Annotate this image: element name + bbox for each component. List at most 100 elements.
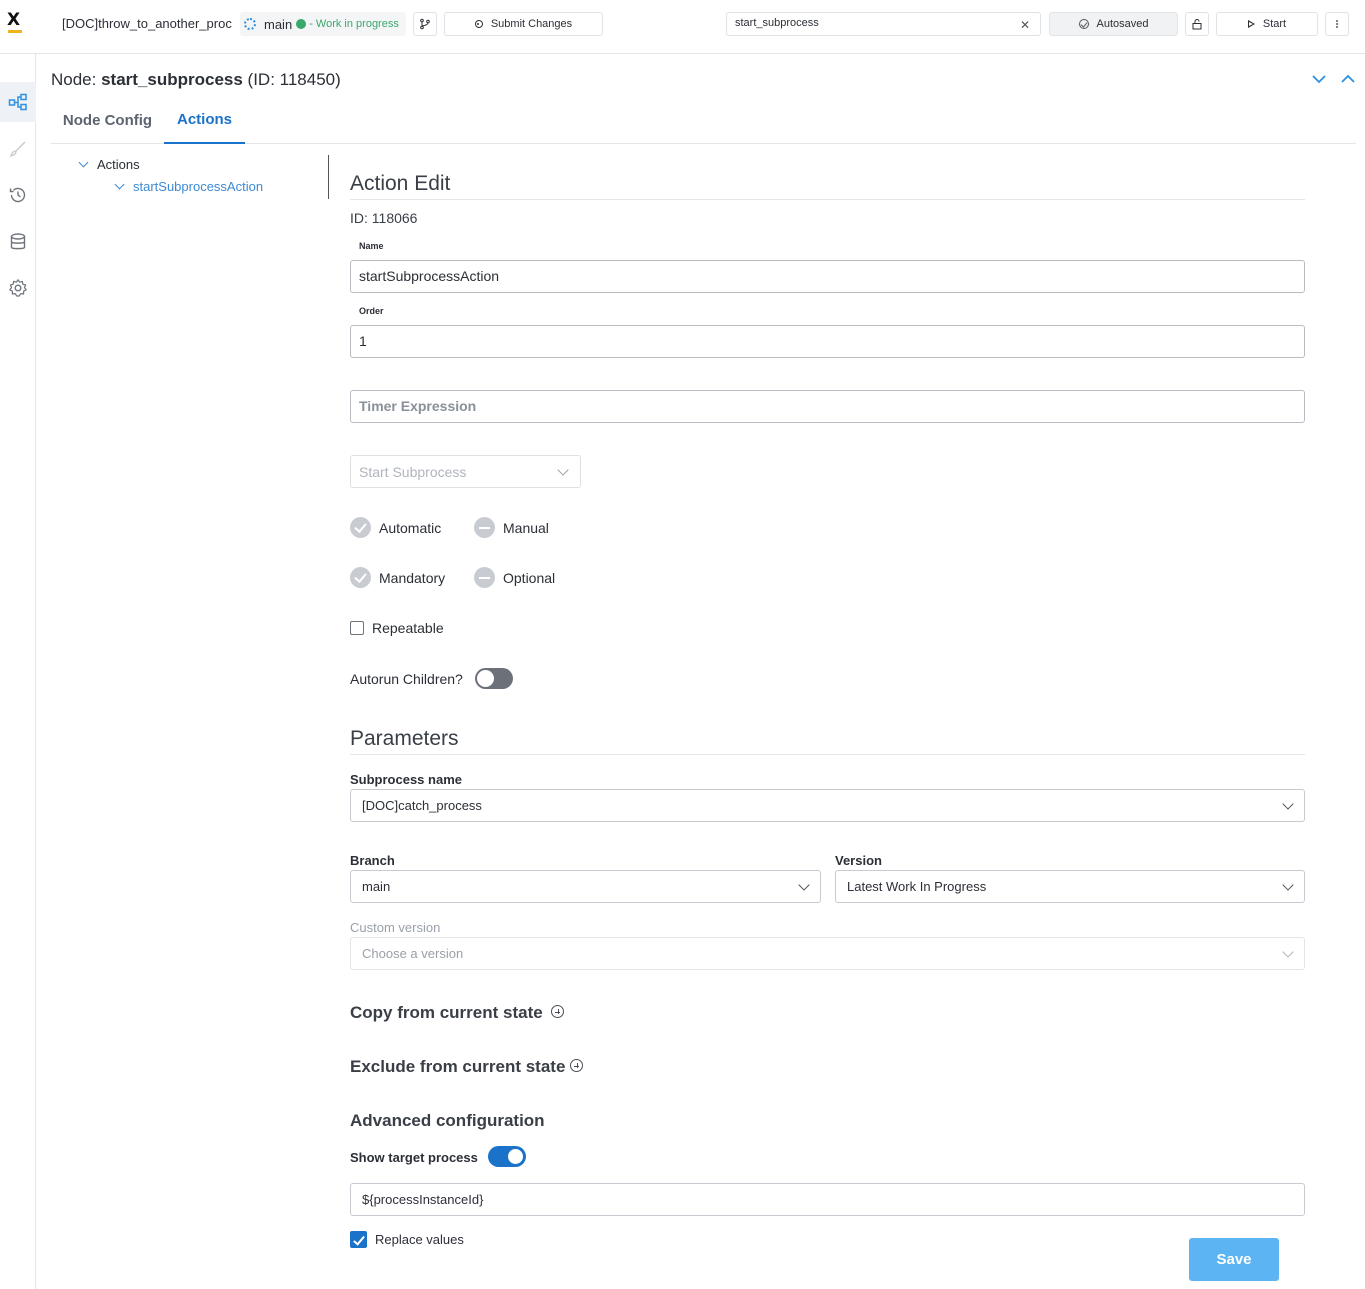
add-circle-icon[interactable]	[551, 1005, 564, 1018]
submit-changes-button[interactable]: Submit Changes	[444, 12, 603, 36]
save-button[interactable]: Save	[1189, 1238, 1279, 1281]
chevron-down-icon	[1282, 879, 1294, 891]
minus-circle-icon[interactable]	[474, 517, 495, 538]
search-input[interactable]	[735, 17, 1005, 29]
tree-divider	[328, 155, 329, 199]
autorun-children-toggle[interactable]	[475, 668, 513, 689]
timer-expression-field[interactable]	[350, 390, 1305, 423]
node-title: Node: start_subprocess (ID: 118450)	[51, 70, 341, 90]
replace-values-label: Replace values	[375, 1232, 464, 1247]
branch-status: - Work in progress	[309, 18, 399, 30]
subprocess-name-label: Subprocess name	[350, 772, 462, 787]
check-circle-icon[interactable]	[350, 567, 371, 588]
checkbox[interactable]	[350, 621, 364, 635]
chevron-down-icon[interactable]	[1311, 72, 1327, 86]
rail-settings[interactable]	[0, 268, 36, 308]
order-input[interactable]	[359, 333, 1289, 349]
divider	[350, 199, 1305, 200]
chevron-up-icon[interactable]	[1340, 72, 1356, 86]
name-input[interactable]	[359, 268, 1289, 284]
order-field[interactable]	[350, 325, 1305, 358]
caret-down-icon[interactable]	[114, 179, 125, 190]
start-label: Start	[1262, 18, 1287, 30]
custom-version-select: Choose a version	[350, 937, 1305, 970]
branch-value: main	[362, 879, 391, 894]
chevron-down-icon	[1282, 798, 1294, 810]
show-target-process-label: Show target process	[350, 1150, 478, 1165]
mandatory-label: Mandatory	[379, 569, 446, 586]
chevron-down-icon	[557, 464, 569, 476]
mandatory-option[interactable]: Mandatory	[350, 567, 445, 588]
status-ok-icon	[296, 19, 307, 29]
branch-select[interactable]: main	[350, 870, 821, 903]
subprocess-name-select[interactable]: [DOC]catch_process	[350, 789, 1305, 822]
tree-item-start-subprocess-action[interactable]: startSubprocessAction	[114, 179, 264, 194]
name-field[interactable]	[350, 260, 1305, 293]
rail-process-designer[interactable]	[0, 82, 36, 122]
tree-item-label: startSubprocessAction	[133, 179, 264, 194]
lock-button[interactable]	[1185, 12, 1209, 36]
target-process-field[interactable]: ${processInstanceId}	[350, 1183, 1305, 1216]
name-label: Name	[359, 241, 384, 251]
left-rail	[0, 54, 36, 1289]
target-process-value: ${processInstanceId}	[362, 1192, 484, 1207]
subprocess-name-value: [DOC]catch_process	[362, 798, 482, 813]
clear-icon[interactable]: ✕	[1020, 18, 1030, 32]
tree-item-actions[interactable]: Actions	[78, 157, 140, 172]
automatic-option[interactable]: Automatic	[350, 517, 441, 538]
submit-icon	[474, 20, 483, 28]
node-name: start_subprocess	[101, 70, 243, 89]
version-select[interactable]: Latest Work In Progress	[835, 870, 1305, 903]
sync-icon	[244, 18, 256, 30]
start-button[interactable]: Start	[1216, 12, 1318, 36]
chevron-down-icon	[798, 879, 810, 891]
version-label: Version	[835, 853, 882, 868]
checkbox-checked[interactable]	[350, 1231, 367, 1248]
node-tabs: Node Config Actions	[51, 96, 1356, 144]
top-bar: X [DOC]throw_to_another_proc main - Work…	[0, 0, 1365, 54]
logo-icon[interactable]: X	[6, 10, 24, 34]
repeatable-label: Repeatable	[372, 620, 444, 636]
tab-actions[interactable]: Actions	[164, 96, 245, 144]
check-circle-icon	[1078, 19, 1089, 29]
timer-expression-input[interactable]	[359, 398, 1289, 414]
caret-down-icon[interactable]	[78, 157, 89, 168]
tab-node-config[interactable]: Node Config	[51, 96, 164, 144]
database-icon	[10, 233, 26, 250]
custom-version-placeholder: Choose a version	[362, 946, 464, 961]
history-icon	[9, 187, 26, 203]
more-icon	[1336, 20, 1338, 28]
rail-data-model[interactable]	[0, 222, 36, 262]
submit-changes-label: Submit Changes	[490, 18, 573, 30]
parameters-title: Parameters	[350, 727, 459, 750]
rail-theme[interactable]	[0, 129, 36, 169]
replace-values-checkbox[interactable]: Replace values	[350, 1231, 464, 1248]
action-type-value: Start Subprocess	[359, 464, 467, 480]
branch-label: Branch	[350, 853, 395, 868]
minus-circle-icon[interactable]	[474, 567, 495, 588]
autosave-status: Autosaved	[1049, 12, 1178, 36]
tree-item-label: Actions	[97, 157, 140, 172]
action-edit-title: Action Edit	[350, 172, 451, 195]
branch-button[interactable]	[413, 12, 437, 36]
branch-status-chip[interactable]: main - Work in progress	[240, 12, 406, 36]
order-label: Order	[359, 306, 384, 316]
node-id: (ID: 118450)	[242, 70, 341, 89]
repeatable-checkbox[interactable]: Repeatable	[350, 620, 444, 636]
autosave-label: Autosaved	[1096, 18, 1149, 30]
copy-from-state-heading: Copy from current state	[350, 1003, 543, 1022]
rail-history[interactable]	[0, 175, 36, 215]
custom-version-label: Custom version	[350, 920, 441, 935]
more-button[interactable]	[1325, 12, 1349, 36]
branch-name: main	[264, 16, 293, 32]
exclude-from-state-heading: Exclude from current state	[350, 1057, 566, 1076]
optional-option[interactable]: Optional	[474, 567, 555, 588]
check-circle-icon[interactable]	[350, 517, 371, 538]
advanced-configuration-heading: Advanced configuration	[350, 1111, 545, 1130]
node-search[interactable]: ✕	[726, 12, 1041, 36]
show-target-process-toggle[interactable]	[488, 1146, 526, 1167]
add-circle-icon[interactable]	[570, 1059, 583, 1072]
process-title: [DOC]throw_to_another_proc	[62, 16, 232, 31]
manual-option[interactable]: Manual	[474, 517, 549, 538]
version-value: Latest Work In Progress	[847, 879, 987, 894]
